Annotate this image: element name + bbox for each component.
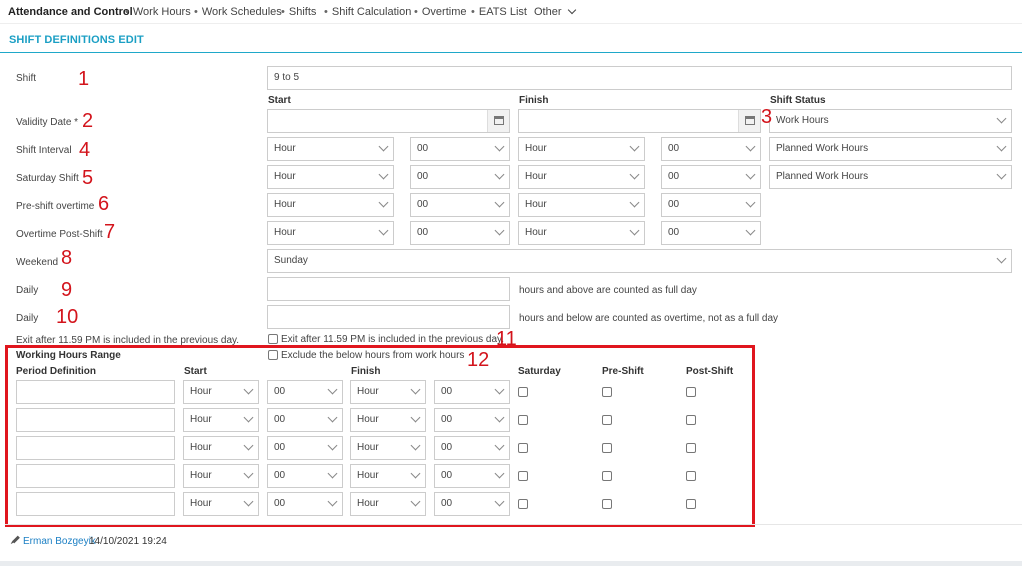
calendar-button[interactable] [487, 110, 509, 132]
shift-label: Shift [16, 73, 37, 84]
chevron-down-icon [745, 141, 756, 152]
interval-start-hour-select[interactable]: Hour [267, 137, 394, 161]
footer-divider [5, 524, 1022, 525]
calendar-icon [745, 116, 755, 125]
chevron-down-icon [629, 225, 640, 236]
nav-item-eats-list[interactable]: • EATS List [471, 6, 527, 18]
chevron-down-icon [745, 225, 756, 236]
chevron-down-icon [996, 113, 1007, 124]
chevron-down-icon [629, 141, 640, 152]
daily-overtime-input[interactable] [267, 305, 510, 329]
top-navigation: Attendance and Control • Work Hours • Work… [0, 0, 1022, 24]
annotation-number: 6 [98, 193, 110, 215]
footer-timestamp: 14/10/2021 19:24 [89, 536, 167, 547]
weekend-label: Weekend [16, 257, 59, 268]
daily-full-day-suffix: hours and above are counted as full day [519, 285, 697, 296]
saturday-status-select[interactable]: Planned Work Hours [769, 165, 1012, 189]
nav-item-work-schedules[interactable]: • Work Schedules [194, 6, 282, 18]
calendar-icon [494, 116, 504, 125]
chevron-down-icon [378, 225, 389, 236]
annotation-number: 9 [61, 279, 73, 301]
chevron-down-icon [378, 141, 389, 152]
postshift-finish-minute-select[interactable]: 00 [661, 221, 761, 245]
exit-after-checkbox-label: Exit after 11.59 PM is included in the p… [281, 334, 505, 345]
annotation-number: 12 [467, 349, 490, 371]
postshift-start-hour-select[interactable]: Hour [267, 221, 394, 245]
nav-item-overtime[interactable]: • Overtime [414, 6, 466, 18]
interval-finish-minute-select[interactable]: 00 [661, 137, 761, 161]
chevron-down-icon [494, 141, 505, 152]
daily-full-label: Daily [16, 285, 39, 296]
chevron-down-icon [567, 5, 576, 15]
daily-full-day-input[interactable] [267, 277, 510, 301]
postshift-start-minute-select[interactable]: 00 [410, 221, 510, 245]
interval-status-select[interactable]: Planned Work Hours [769, 137, 1012, 161]
daily-overtime-suffix: hours and below are counted as overtime,… [519, 313, 779, 324]
saturday-finish-hour-select[interactable]: Hour [518, 165, 645, 189]
preshift-start-minute-select[interactable]: 00 [410, 193, 510, 217]
annotation-number: 5 [82, 167, 94, 189]
annotation-number: 4 [79, 139, 91, 161]
shift-status-column-header: Shift Status [770, 95, 826, 106]
nav-item-shift-calculation[interactable]: • Shift Calculation [324, 6, 411, 18]
chevron-down-icon [494, 225, 505, 236]
nav-item-shifts[interactable]: • Shifts [281, 6, 316, 18]
chevron-down-icon [494, 169, 505, 180]
daily-overtime-label: Daily [16, 313, 39, 324]
annotation-number: 3 [761, 106, 773, 128]
validity-finish-date-input[interactable] [518, 109, 761, 133]
annotation-number: 11 [496, 328, 517, 350]
nav-brand[interactable]: Attendance and Control [8, 6, 133, 18]
page-title: SHIFT DEFINITIONS EDIT [9, 34, 144, 46]
pre-shift-overtime-label: Pre-shift overtime [16, 201, 95, 212]
shift-interval-label: Shift Interval [16, 145, 72, 156]
saturday-finish-minute-select[interactable]: 00 [661, 165, 761, 189]
annotation-number: 1 [78, 68, 90, 90]
preshift-finish-hour-select[interactable]: Hour [518, 193, 645, 217]
chevron-down-icon [745, 169, 756, 180]
chevron-down-icon [378, 197, 389, 208]
postshift-finish-hour-select[interactable]: Hour [518, 221, 645, 245]
chevron-down-icon [996, 169, 1007, 180]
chevron-down-icon [996, 141, 1007, 152]
shift-name-input[interactable]: 9 to 5 [267, 66, 1012, 90]
nav-item-other[interactable]: Other [534, 5, 576, 18]
shift-status-select[interactable]: Work Hours [769, 109, 1012, 133]
chevron-down-icon [629, 169, 640, 180]
preshift-start-hour-select[interactable]: Hour [267, 193, 394, 217]
annotation-number: 7 [104, 221, 116, 243]
chevron-down-icon [378, 169, 389, 180]
page-header: SHIFT DEFINITIONS EDIT [0, 26, 1022, 53]
nav-item-work-hours[interactable]: • Work Hours [125, 6, 191, 18]
saturday-start-hour-select[interactable]: Hour [267, 165, 394, 189]
validity-date-label: Validity Date * [16, 117, 79, 128]
calendar-button[interactable] [738, 110, 760, 132]
annotation-number: 10 [56, 306, 79, 328]
chevron-down-icon [629, 197, 640, 208]
pencil-icon [12, 535, 20, 544]
interval-finish-hour-select[interactable]: Hour [518, 137, 645, 161]
annotation-number: 2 [82, 110, 94, 132]
saturday-start-minute-select[interactable]: 00 [410, 165, 510, 189]
chevron-down-icon [494, 197, 505, 208]
bottom-bar [0, 561, 1022, 566]
annotation-highlight-box [5, 345, 755, 527]
chevron-down-icon [996, 253, 1007, 264]
overtime-post-shift-label: Overtime Post-Shift [16, 229, 103, 240]
finish-column-header: Finish [519, 95, 549, 106]
annotation-number: 8 [61, 247, 73, 269]
preshift-finish-minute-select[interactable]: 00 [661, 193, 761, 217]
saturday-shift-label: Saturday Shift [16, 173, 79, 184]
chevron-down-icon [745, 197, 756, 208]
validity-start-date-input[interactable] [267, 109, 510, 133]
interval-start-minute-select[interactable]: 00 [410, 137, 510, 161]
exit-after-checkbox[interactable] [268, 334, 278, 344]
start-column-header: Start [268, 95, 291, 106]
weekend-select[interactable]: Sunday [267, 249, 1012, 273]
footer-user-link[interactable]: Erman Bozgeyik [23, 536, 96, 547]
